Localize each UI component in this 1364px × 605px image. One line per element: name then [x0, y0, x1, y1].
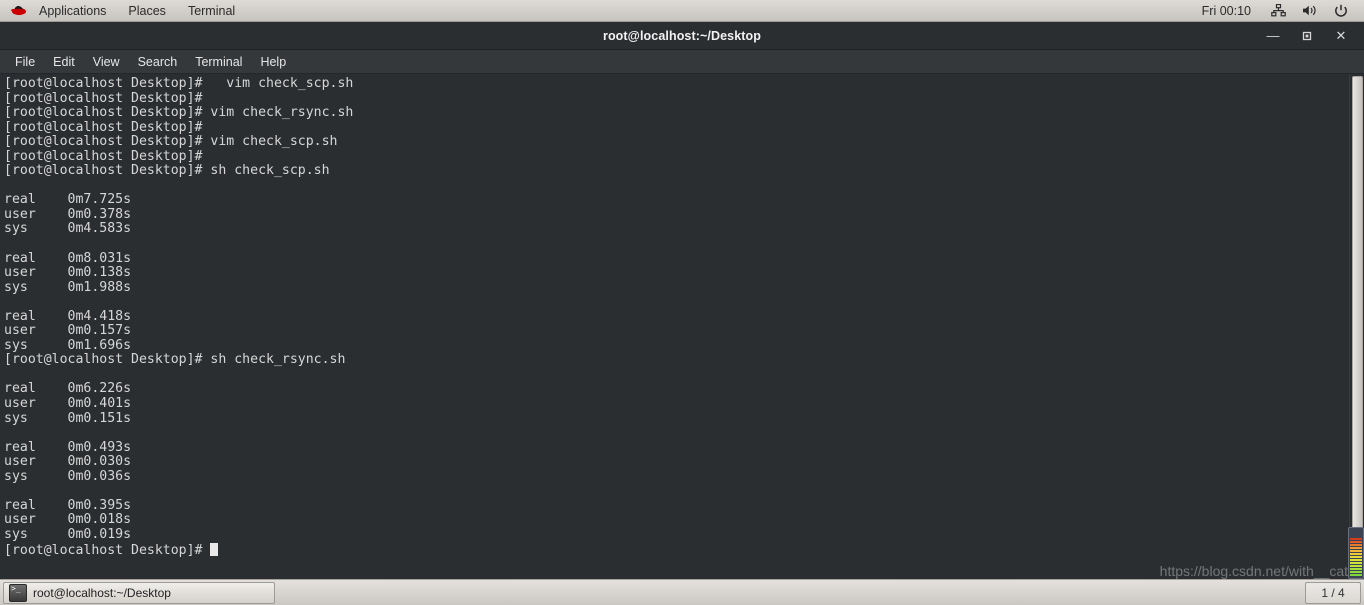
terminal-text: [root@localhost Desktop]# vim check_scp.…: [4, 76, 1342, 558]
monitor-bar: [1350, 559, 1362, 561]
monitor-bar: [1350, 556, 1362, 558]
system-monitor-applet[interactable]: [1348, 527, 1364, 579]
terminal-cursor: [210, 542, 219, 556]
taskbar-window-button[interactable]: root@localhost:~/Desktop: [3, 581, 275, 604]
power-icon[interactable]: [1326, 4, 1356, 18]
terminal-scrollback: [root@localhost Desktop]# vim check_scp.…: [4, 76, 354, 542]
network-icon[interactable]: [1263, 4, 1294, 17]
top-panel-menu-label: Places: [128, 3, 166, 18]
monitor-bar: [1350, 547, 1362, 549]
monitor-bar: [1350, 553, 1362, 555]
volume-icon[interactable]: [1294, 4, 1326, 17]
window-controls: — ✕: [1256, 22, 1358, 49]
terminal-menubar: File Edit View Search Terminal Help: [0, 50, 1364, 74]
menu-help[interactable]: Help: [251, 50, 295, 74]
terminal-window: root@localhost:~/Desktop — ✕ File Edit V…: [0, 22, 1364, 579]
monitor-bar: [1350, 571, 1362, 573]
gnome-top-panel: Applications Places Terminal Fri 00:10: [0, 0, 1364, 22]
maximize-icon: [1302, 31, 1312, 40]
monitor-bar: [1350, 565, 1362, 567]
bottom-taskbar: root@localhost:~/Desktop 1 / 4: [0, 579, 1364, 605]
monitor-bar: [1350, 574, 1362, 576]
window-titlebar[interactable]: root@localhost:~/Desktop — ✕: [0, 22, 1364, 50]
top-panel-menu-terminal[interactable]: Terminal: [177, 0, 246, 21]
monitor-bar: [1350, 550, 1362, 552]
top-panel-menu-label: Applications: [39, 3, 107, 18]
workspace-indicator-label: 1 / 4: [1321, 585, 1345, 600]
menu-file[interactable]: File: [6, 50, 44, 74]
workspace-switcher[interactable]: 1 / 4: [1305, 581, 1361, 604]
minimize-button[interactable]: —: [1256, 22, 1290, 49]
top-panel-right: Fri 00:10: [1190, 0, 1364, 21]
top-panel-menu-applications[interactable]: Applications: [28, 0, 117, 21]
menu-edit[interactable]: Edit: [44, 50, 84, 74]
maximize-button[interactable]: [1290, 22, 1324, 49]
terminal-last-prompt: [root@localhost Desktop]#: [4, 542, 211, 558]
close-button[interactable]: ✕: [1324, 22, 1358, 49]
taskbar-window-label: root@localhost:~/Desktop: [33, 585, 171, 600]
clock[interactable]: Fri 00:10: [1190, 4, 1263, 18]
desktop-screen: Applications Places Terminal Fri 00:10 r…: [0, 0, 1364, 605]
terminal-output-area[interactable]: [root@localhost Desktop]# vim check_scp.…: [0, 74, 1364, 579]
terminal-icon: [9, 583, 27, 602]
monitor-bar: [1350, 538, 1362, 540]
top-panel-left: Applications Places Terminal: [0, 0, 246, 21]
terminal-scrollbar-thumb[interactable]: [1352, 76, 1363, 571]
monitor-bar: [1350, 568, 1362, 570]
menu-terminal[interactable]: Terminal: [186, 50, 251, 74]
top-panel-menu-label: Terminal: [187, 3, 236, 18]
monitor-bar: [1350, 544, 1362, 546]
monitor-bar: [1350, 562, 1362, 564]
window-title: root@localhost:~/Desktop: [602, 28, 761, 43]
terminal-scrollbar[interactable]: [1349, 74, 1364, 579]
menu-search[interactable]: Search: [129, 50, 187, 74]
menu-view[interactable]: View: [84, 50, 129, 74]
top-panel-menu-places[interactable]: Places: [117, 0, 177, 21]
redhat-logo-icon: [0, 0, 28, 22]
monitor-bar: [1350, 541, 1362, 543]
